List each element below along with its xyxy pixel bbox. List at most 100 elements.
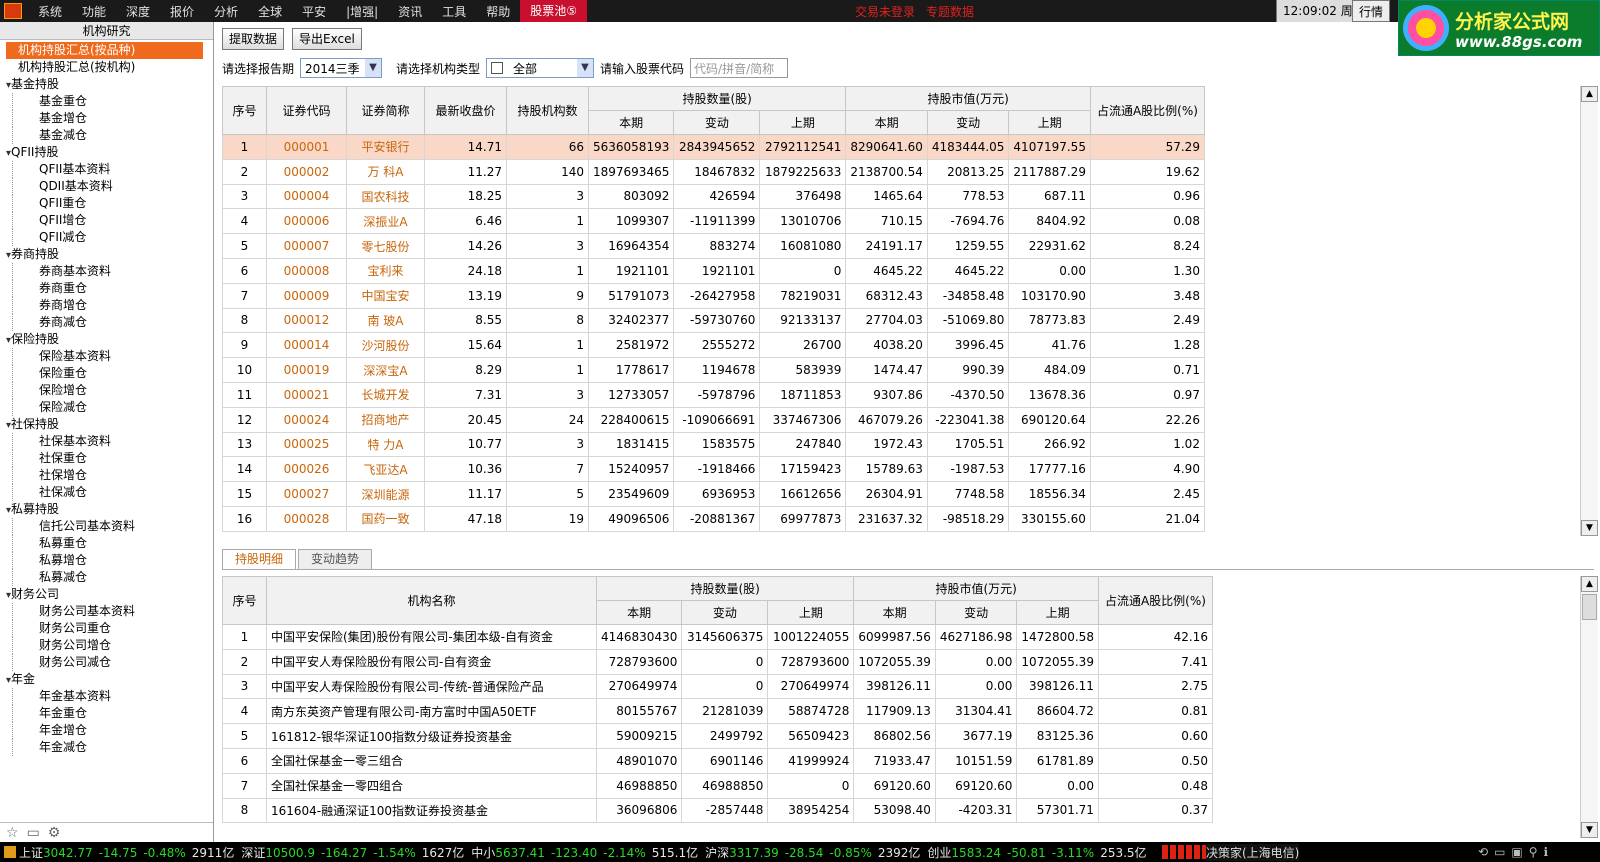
sidebar-item[interactable]: 私募增仓 [12, 552, 213, 569]
col-qty-prev[interactable]: 上期 [759, 110, 847, 135]
menu-item-help[interactable]: 帮助 [476, 3, 520, 20]
sidebar-item[interactable]: 年金增仓 [12, 722, 213, 739]
scroll-down-icon[interactable]: ▼ [1581, 520, 1598, 536]
org-type-select[interactable]: 全部 ▼ [486, 58, 595, 78]
col2-val-current[interactable]: 本期 [853, 600, 936, 625]
sidebar-item[interactable]: 财务公司减仓 [12, 654, 213, 671]
tab-holding-detail[interactable]: 持股明细 [222, 549, 297, 569]
sidebar-item[interactable]: 信托公司基本资料 [12, 518, 213, 535]
col-val-current[interactable]: 本期 [845, 110, 928, 135]
table-row[interactable]: 16 000028 国药一致 47.18 19 49096506 -20881367 6997… [222, 505, 1205, 532]
stock-code-input[interactable]: 代码/拼音/简称 [690, 58, 789, 78]
col-code[interactable]: 证券代码 [266, 86, 347, 135]
sidebar-group[interactable]: 年金 [0, 671, 213, 688]
table-row[interactable]: 3 中国平安人寿保险股份有限公司-传统-普通保险产品 270649974 0 27064… [222, 673, 1213, 700]
fetch-data-button[interactable]: 提取数据 [222, 28, 285, 50]
tab-change-trend[interactable]: 变动趋势 [298, 549, 373, 569]
table-row[interactable]: 6 000008 宝利来 24.18 1 1921101 1921101 0 4645.22 46… [222, 257, 1205, 284]
sidebar-item[interactable]: QFII基本资料 [12, 161, 213, 178]
table-row[interactable]: 6 全国社保基金一零三组合 48901070 6901146 41999924 71933… [222, 747, 1213, 774]
table-row[interactable]: 8 161604-融通深证100指数证券投资基金 36096806 -2857448 3… [222, 797, 1213, 824]
table-row[interactable]: 14 000026 飞亚达A 10.36 7 15240957 -1918466 171594… [222, 456, 1205, 483]
menu-item-tools[interactable]: 工具 [432, 3, 476, 20]
table-row[interactable]: 4 南方东英资产管理有限公司-南方富时中国A50ETF 80155767 212810… [222, 698, 1213, 725]
sidebar-group[interactable]: 财务公司 [0, 586, 213, 603]
star-icon[interactable]: ☆ [6, 825, 19, 841]
table-row[interactable]: 5 161812-银华深证100指数分级证券投资基金 59009215 2499792… [222, 723, 1213, 749]
table-row[interactable]: 13 000025 特 力A 10.77 3 1831415 1583575 247840 19… [222, 431, 1205, 458]
scroll-down-icon[interactable]: ▼ [1581, 822, 1598, 838]
col2-seq[interactable]: 序号 [222, 576, 267, 625]
sidebar-group[interactable]: 私募持股 [0, 501, 213, 518]
sidebar-item[interactable]: 券商基本资料 [12, 263, 213, 280]
sidebar-item[interactable]: 券商减仓 [12, 314, 213, 331]
period-select[interactable]: 2014三季 ▼ [300, 58, 383, 78]
folder-icon[interactable]: ▭ [27, 825, 40, 841]
sidebar-item[interactable]: 机构持股汇总(按机构) [0, 59, 213, 76]
sidebar-group[interactable]: 社保持股 [0, 416, 213, 433]
menu-item-depth[interactable]: 深度 [116, 3, 160, 20]
col2-ratio[interactable]: 占流通A股比例(%) [1097, 576, 1213, 625]
table-row[interactable]: 12 000024 招商地产 20.45 24 228400615 -109066691 33… [222, 406, 1205, 433]
sidebar-item[interactable]: 社保减仓 [12, 484, 213, 501]
sidebar-item[interactable]: 基金重仓 [12, 93, 213, 110]
export-excel-button[interactable]: 导出Excel [292, 28, 362, 50]
table-row[interactable]: 1 中国平安保险(集团)股份有限公司-集团本级-自有资金 4146830430 314… [222, 624, 1213, 650]
info-icon[interactable]: ℹ [1544, 845, 1555, 859]
table-row[interactable]: 15 000027 深圳能源 11.17 5 23549609 6936953 1661265… [222, 481, 1205, 507]
menu-item-news[interactable]: 资讯 [388, 3, 432, 20]
sidebar-item[interactable]: 年金基本资料 [12, 688, 213, 705]
sidebar-item[interactable]: QFII重仓 [12, 195, 213, 212]
table-row[interactable]: 5 000007 零七股份 14.26 3 16964354 883274 16081080 2… [222, 233, 1205, 259]
sidebar-item[interactable]: 保险增仓 [12, 382, 213, 399]
sidebar-item[interactable]: QDII基本资料 [12, 178, 213, 195]
sidebar-item[interactable]: 券商重仓 [12, 280, 213, 297]
table-row[interactable]: 2 中国平安人寿保险股份有限公司-自有资金 728793600 0 728793600 1… [222, 648, 1213, 675]
col2-val-prev[interactable]: 上期 [1016, 600, 1099, 625]
table-row[interactable]: 2 000002 万 科A 11.27 140 1897693465 18467832 187… [222, 158, 1205, 185]
sidebar-item[interactable]: 券商增仓 [12, 297, 213, 314]
sidebar-item[interactable]: 基金减仓 [12, 127, 213, 144]
table-row[interactable]: 9 000014 沙河股份 15.64 1 2581972 2555272 26700 4038… [222, 332, 1205, 359]
quote-button[interactable]: 行情 [1352, 0, 1391, 22]
table-row[interactable]: 7 全国社保基金一零四组合 46988850 46988850 0 69120.60 691… [222, 772, 1213, 799]
menu-item-pingan[interactable]: 平安 [292, 3, 336, 20]
sidebar-item[interactable]: 基金增仓 [12, 110, 213, 127]
sidebar-item[interactable]: 保险基本资料 [12, 348, 213, 365]
menu-item-quote[interactable]: 报价 [160, 3, 204, 20]
col-ratio[interactable]: 占流通A股比例(%) [1089, 86, 1205, 135]
table-row[interactable]: 3 000004 国农科技 18.25 3 803092 426594 376498 1465.… [222, 183, 1205, 210]
menu-item-function[interactable]: 功能 [72, 3, 116, 20]
col-qty-current[interactable]: 本期 [587, 110, 675, 135]
sidebar-item[interactable]: 私募减仓 [12, 569, 213, 586]
sidebar-group[interactable]: QFII持股 [0, 144, 213, 161]
signal-icon[interactable]: ⚲ [1529, 845, 1544, 859]
refresh-icon[interactable]: ⟲ [1478, 845, 1494, 859]
table-row[interactable]: 11 000021 长城开发 7.31 3 12733057 -5978796 1871185… [222, 381, 1205, 408]
menu-item-enhance[interactable]: |增强| [336, 3, 388, 20]
menu-item-stock-pool[interactable]: 股票池⑤ [520, 0, 588, 22]
server-name[interactable]: 决策家(上海电信) [1206, 843, 1300, 861]
gear-icon[interactable]: ⚙ [48, 825, 61, 841]
sidebar-group[interactable]: 保险持股 [0, 331, 213, 348]
col-qty-change[interactable]: 变动 [673, 110, 761, 135]
menu-item-system[interactable]: 系统 [28, 3, 72, 20]
col2-val-change[interactable]: 变动 [934, 600, 1018, 625]
sidebar-item[interactable]: 年金减仓 [12, 739, 213, 756]
window-icon[interactable]: ▭ [1494, 845, 1511, 859]
special-data-link[interactable]: 专题数据 [926, 3, 974, 20]
summary-scrollbar[interactable]: ▲ ▼ [1580, 86, 1598, 536]
menu-item-analysis[interactable]: 分析 [204, 3, 248, 20]
sidebar-item[interactable]: 财务公司基本资料 [12, 603, 213, 620]
detail-scrollbar[interactable]: ▲ ▼ [1580, 576, 1598, 838]
table-row[interactable]: 4 000006 深振业A 6.46 1 1099307 -11911399 13010706… [222, 208, 1205, 235]
org-type-checkbox[interactable] [491, 62, 504, 74]
sidebar-item[interactable]: 社保基本资料 [12, 433, 213, 450]
sidebar-item[interactable]: 财务公司重仓 [12, 620, 213, 637]
menu-item-global[interactable]: 全球 [248, 3, 292, 20]
sidebar-item[interactable]: 年金重仓 [12, 705, 213, 722]
scroll-up-icon[interactable]: ▲ [1581, 86, 1598, 102]
index-item[interactable]: 创业1583.24 -50.81 -3.11% 253.5亿 [927, 844, 1146, 861]
col2-qty-change[interactable]: 变动 [681, 600, 769, 625]
sidebar-item[interactable]: 财务公司增仓 [12, 637, 213, 654]
